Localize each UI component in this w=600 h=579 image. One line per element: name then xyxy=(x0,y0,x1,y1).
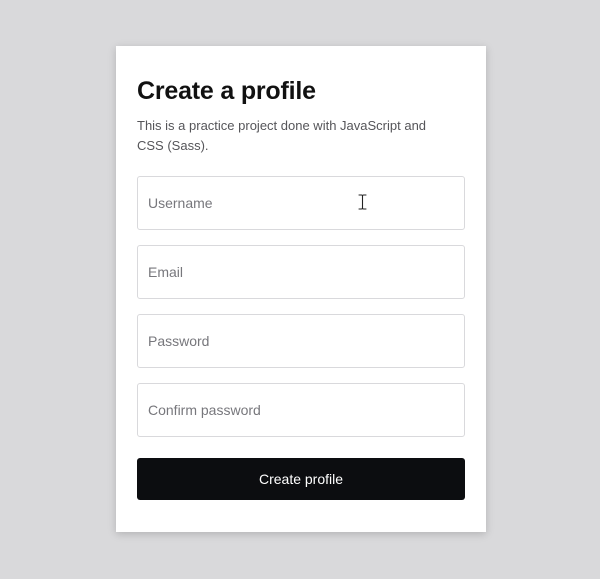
page-title: Create a profile xyxy=(137,77,316,105)
profile-form: Create profile xyxy=(137,176,465,500)
text-cursor-icon xyxy=(358,194,367,210)
create-profile-button[interactable]: Create profile xyxy=(137,458,465,500)
profile-card: Create a profile This is a practice proj… xyxy=(116,46,486,532)
page-subtitle: This is a practice project done with Jav… xyxy=(137,118,427,153)
password-input[interactable] xyxy=(137,314,465,368)
username-input[interactable] xyxy=(137,176,465,230)
email-input[interactable] xyxy=(137,245,465,299)
confirm-password-input[interactable] xyxy=(137,383,465,437)
